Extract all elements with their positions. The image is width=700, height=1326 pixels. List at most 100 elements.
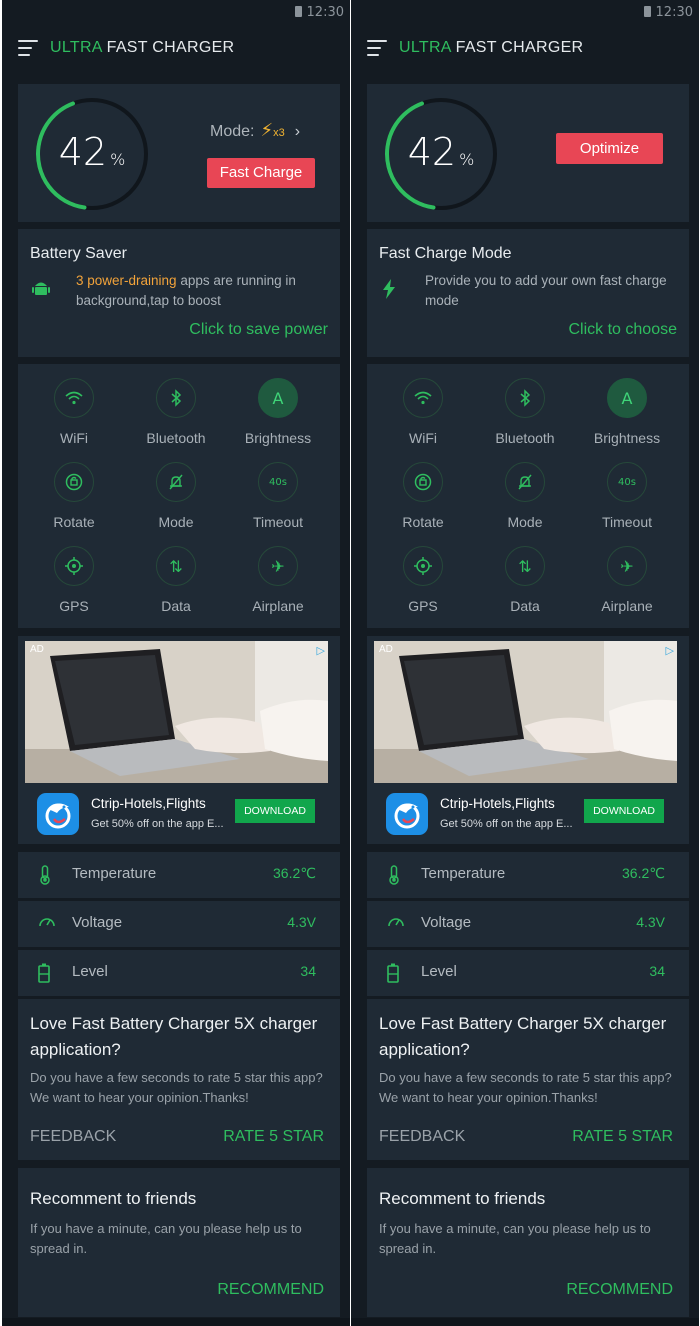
dolphin-app-icon[interactable] xyxy=(37,793,79,835)
phone-screen-left: 12:30 ULTRA FAST CHARGER 42% Mode: ⚡x3 › Fast … xyxy=(2,0,350,1326)
toggle-label: Timeout xyxy=(252,514,304,530)
toggle-rotate[interactable]: Rotate xyxy=(373,462,473,530)
brightness-icon: A xyxy=(258,378,298,418)
airplane-icon: ✈ xyxy=(607,546,647,586)
mode-multiplier: x3 xyxy=(273,127,285,139)
brightness-icon: A xyxy=(607,378,647,418)
toggle-mode[interactable]: Mode xyxy=(126,462,226,530)
recommend-button[interactable]: RECOMMEND xyxy=(566,1281,673,1299)
toggle-gps[interactable]: GPS xyxy=(24,546,124,614)
battery-percent-value: 42 xyxy=(58,130,108,174)
hamburger-menu-icon[interactable] xyxy=(367,40,387,56)
toggle-label: Brightness xyxy=(244,430,312,446)
rate-5-star-button[interactable]: RATE 5 STAR xyxy=(572,1128,673,1146)
toggle-brightness[interactable]: A Brightness xyxy=(228,378,328,446)
toggle-bluetooth[interactable]: Bluetooth xyxy=(126,378,226,446)
stat-label: Temperature xyxy=(421,865,506,882)
battery-stats: Temperature 36.2℃ Voltage 4.3V Level 34 xyxy=(18,852,340,996)
toggle-label: Mode xyxy=(158,514,194,530)
ad-app-name[interactable]: Ctrip-Hotels,Flights xyxy=(91,796,206,811)
toggle-label: WiFi xyxy=(60,430,88,446)
fast-charge-button[interactable]: Fast Charge xyxy=(207,158,315,188)
recommend-button[interactable]: RECOMMEND xyxy=(217,1281,324,1299)
charge-mode-selector[interactable]: Mode: ⚡x3 › xyxy=(210,120,300,141)
rate-title: Love Fast Battery Charger 5X charger app… xyxy=(30,1014,318,1059)
stat-row-voltage: Voltage 4.3V xyxy=(18,901,340,947)
bluetooth-icon xyxy=(505,378,545,418)
toggle-label: Data xyxy=(510,598,540,614)
gauge-icon xyxy=(38,914,55,934)
rotate-icon xyxy=(54,462,94,502)
ad-card[interactable]: AD ▷ Ctrip-Hotels,Flights Get 50% off on th… xyxy=(18,636,340,844)
toggle-glyph: ✈ xyxy=(271,556,285,576)
toggle-data[interactable]: ⇅ Data xyxy=(475,546,575,614)
toggle-label: Bluetooth xyxy=(146,430,206,446)
stat-value: 4.3V xyxy=(636,914,665,930)
feedback-button[interactable]: FEEDBACK xyxy=(379,1128,465,1146)
ad-banner-image[interactable]: AD ▷ xyxy=(25,641,328,783)
toggle-data[interactable]: ⇅ Data xyxy=(126,546,226,614)
rate-app-card: Love Fast Battery Charger 5X charger app… xyxy=(367,999,689,1160)
adchoices-icon[interactable]: ▷ xyxy=(317,644,325,657)
toggle-airplane[interactable]: ✈ Airplane xyxy=(228,546,328,614)
toggle-timeout[interactable]: 40s Timeout xyxy=(577,462,677,530)
toggle-timeout[interactable]: 40s Timeout xyxy=(228,462,328,530)
toggle-wifi[interactable]: WiFi xyxy=(24,378,124,446)
stat-value: 36.2℃ xyxy=(622,865,665,881)
toggle-rotate[interactable]: Rotate xyxy=(24,462,124,530)
toggle-wifi[interactable]: WiFi xyxy=(373,378,473,446)
silent-mode-icon xyxy=(156,462,196,502)
rate-text: Do you have a few seconds to rate 5 star… xyxy=(379,1070,672,1105)
recommend-text: If you have a minute, can you please hel… xyxy=(30,1221,302,1256)
toggle-label: Mode xyxy=(507,514,543,530)
toggle-label: GPS xyxy=(59,598,89,614)
ad-app-name[interactable]: Ctrip-Hotels,Flights xyxy=(440,796,555,811)
recommend-card: Recomment to friends If you have a minute… xyxy=(367,1168,689,1317)
data-icon: ⇅ xyxy=(156,546,196,586)
android-icon xyxy=(32,279,50,297)
info-card-action-link[interactable]: Click to save power xyxy=(189,321,328,339)
toggle-label: Airplane xyxy=(601,598,653,614)
stat-label: Level xyxy=(72,963,108,980)
dolphin-app-icon[interactable] xyxy=(386,793,428,835)
stat-label: Temperature xyxy=(72,865,157,882)
app-title: ULTRA FAST CHARGER xyxy=(50,39,234,57)
airplane-icon: ✈ xyxy=(258,546,298,586)
adchoices-icon[interactable]: ▷ xyxy=(666,644,674,657)
battery-percent: 42% xyxy=(32,130,152,174)
app-title: ULTRA FAST CHARGER xyxy=(399,39,583,57)
battery-icon xyxy=(387,963,401,983)
ad-banner-image[interactable]: AD ▷ xyxy=(374,641,677,783)
app-title-rest: FAST CHARGER xyxy=(455,39,584,56)
toggle-glyph: ✈ xyxy=(620,556,634,576)
info-card-action-link[interactable]: Click to choose xyxy=(569,321,678,339)
toggle-gps[interactable]: GPS xyxy=(373,546,473,614)
toggle-brightness[interactable]: A Brightness xyxy=(577,378,677,446)
toggle-label: Data xyxy=(161,598,191,614)
stat-value: 34 xyxy=(300,963,316,979)
toggle-airplane[interactable]: ✈ Airplane xyxy=(577,546,677,614)
data-icon: ⇅ xyxy=(505,546,545,586)
rate-title: Love Fast Battery Charger 5X charger app… xyxy=(379,1014,667,1059)
app-header: ULTRA FAST CHARGER xyxy=(351,36,699,62)
battery-percent: 42% xyxy=(381,130,501,174)
fast-charge-mode-card[interactable]: Fast Charge Mode Provide you to add your … xyxy=(367,229,689,357)
timeout-icon: 40s xyxy=(258,462,298,502)
laptop-photo xyxy=(374,641,677,783)
status-bar: 12:30 xyxy=(2,0,350,22)
rate-5-star-button[interactable]: RATE 5 STAR xyxy=(223,1128,324,1146)
download-button[interactable]: DOWNLOAD xyxy=(584,799,664,823)
toggle-bluetooth[interactable]: Bluetooth xyxy=(475,378,575,446)
thermometer-icon xyxy=(387,865,401,885)
hamburger-menu-icon[interactable] xyxy=(18,40,38,56)
feedback-button[interactable]: FEEDBACK xyxy=(30,1128,116,1146)
battery-saver-card[interactable]: Battery Saver 3 power-draining apps are r… xyxy=(18,229,340,357)
download-button[interactable]: DOWNLOAD xyxy=(235,799,315,823)
recommend-title: Recomment to friends xyxy=(30,1189,197,1208)
toggle-mode[interactable]: Mode xyxy=(475,462,575,530)
recommend-title: Recomment to friends xyxy=(379,1189,546,1208)
status-time: 12:30 xyxy=(306,5,344,20)
ad-card[interactable]: AD ▷ Ctrip-Hotels,Flights Get 50% off on th… xyxy=(367,636,689,844)
toggle-label: Bluetooth xyxy=(495,430,555,446)
optimize-button[interactable]: Optimize xyxy=(556,133,663,164)
